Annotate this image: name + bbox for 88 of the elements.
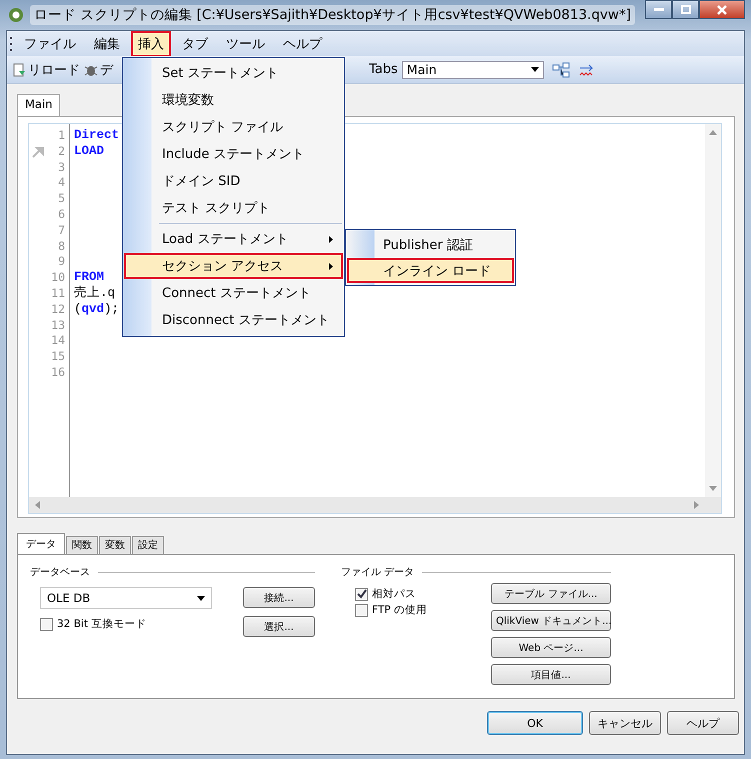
panel-tab[interactable]: データ: [17, 533, 65, 554]
spellcheck-icon[interactable]: [578, 62, 596, 78]
database-dropdown[interactable]: OLE DB: [40, 587, 212, 609]
line-number: 9: [57, 254, 66, 270]
code-line: (qvd);: [74, 302, 120, 316]
menu-item[interactable]: 編集: [87, 30, 127, 56]
dialog-button[interactable]: 選択...: [243, 616, 315, 637]
maximize-button[interactable]: [672, 0, 699, 19]
panel-tab[interactable]: 設定: [132, 536, 164, 554]
code-line: LOAD: [74, 144, 104, 158]
submenu-arrow-icon: [329, 236, 333, 242]
checkbox-label: 32 Bit 互換モード: [57, 617, 146, 631]
code-line: FROM: [74, 270, 104, 284]
code-line: Direct: [74, 128, 120, 142]
dialog-button[interactable]: ヘルプ: [667, 711, 739, 735]
menu-item[interactable]: ツール: [219, 30, 272, 56]
arrow-icon: [32, 146, 46, 158]
dialog-button[interactable]: キャンセル: [589, 711, 661, 735]
panel-tab[interactable]: 関数: [66, 536, 98, 554]
panel-tab[interactable]: 変数: [99, 536, 131, 554]
checkbox[interactable]: [40, 618, 53, 630]
scroll-up-icon[interactable]: [709, 130, 717, 135]
menu-item[interactable]: 挿入: [131, 30, 171, 56]
line-number: 13: [50, 318, 66, 334]
checkbox-label: 相対パス: [372, 587, 416, 601]
app-icon: [8, 7, 24, 23]
horizontal-scrollbar[interactable]: [29, 497, 721, 513]
menu-item[interactable]: Disconnect ステートメント: [124, 307, 343, 333]
menu-item[interactable]: 環境変数: [124, 87, 343, 113]
menu-item[interactable]: ファイル: [17, 30, 83, 56]
scroll-down-icon[interactable]: [709, 486, 717, 491]
submenu-arrow-icon: [329, 262, 333, 270]
minimize-button[interactable]: [645, 0, 672, 19]
close-button[interactable]: [699, 0, 745, 19]
checkbox[interactable]: [355, 588, 368, 600]
line-number: 1: [57, 128, 66, 144]
line-number: 2: [57, 144, 66, 160]
tabs-label: Tabs: [369, 62, 398, 77]
dialog-button[interactable]: 接続...: [243, 587, 315, 608]
dialog-button[interactable]: QlikView ドキュメント...: [491, 610, 611, 631]
menu-item[interactable]: テスト スクリプト: [124, 195, 343, 221]
editor-tab[interactable]: Main: [17, 94, 60, 116]
dialog-button[interactable]: テーブル ファイル...: [491, 583, 611, 604]
close-icon: [717, 4, 727, 14]
dialog-button[interactable]: OK: [487, 711, 583, 735]
tabs-dropdown[interactable]: Main: [402, 60, 544, 78]
code-line: 売上.q: [74, 286, 116, 300]
menu-item[interactable]: Connect ステートメント: [124, 280, 343, 306]
grip-icon: [10, 36, 13, 50]
menu-item[interactable]: ドメイン SID: [124, 168, 343, 194]
dropdown-arrow-icon: [197, 596, 205, 600]
line-number: 16: [50, 364, 66, 381]
menu-item[interactable]: ヘルプ: [276, 30, 329, 56]
vertical-scrollbar[interactable]: [705, 124, 721, 497]
maximize-icon: [680, 5, 690, 14]
menu-item[interactable]: タブ: [175, 30, 215, 56]
line-number: 7: [57, 222, 66, 239]
scroll-right-icon[interactable]: [694, 501, 699, 509]
menu-item[interactable]: Publisher 認証: [347, 232, 514, 257]
reload-button[interactable]: リロード: [13, 60, 80, 78]
window-title: ロード スクリプトの編集 [C:¥Users¥Sajith¥Desktop¥サイト用csv¥test¥QVWeb0813.qvw*]: [30, 5, 635, 25]
dialog-button[interactable]: 項目値...: [491, 664, 611, 685]
line-number: 15: [50, 349, 66, 365]
reload-icon: [13, 62, 26, 76]
dropdown-arrow-icon: [530, 67, 539, 72]
line-number: 10: [50, 270, 66, 286]
group-title: ファイル データ: [341, 566, 414, 579]
group-title: データベース: [30, 566, 90, 579]
checkbox[interactable]: [355, 604, 368, 616]
dialog-button[interactable]: Web ページ...: [491, 637, 611, 658]
debug-button[interactable]: デ: [84, 60, 113, 78]
line-number: 14: [50, 333, 66, 350]
menu-item[interactable]: Include ステートメント: [124, 141, 343, 167]
tree-icon[interactable]: [552, 62, 570, 78]
line-number: 12: [50, 302, 66, 318]
menu-item[interactable]: インライン ロード: [347, 258, 514, 283]
line-number: 11: [50, 286, 66, 302]
line-number: 8: [57, 238, 66, 254]
line-number: 5: [57, 191, 66, 207]
menu-item[interactable]: セクション アクセス: [124, 253, 343, 279]
line-number: 3: [57, 160, 66, 176]
menu-item[interactable]: Load ステートメント: [124, 226, 343, 252]
checkbox-label: FTP の使用: [372, 603, 427, 617]
menu-item[interactable]: Set ステートメント: [124, 60, 343, 86]
scroll-left-icon[interactable]: [35, 501, 40, 509]
line-number: 4: [57, 175, 66, 192]
minimize-icon: [654, 8, 664, 12]
line-number: 6: [57, 206, 66, 223]
